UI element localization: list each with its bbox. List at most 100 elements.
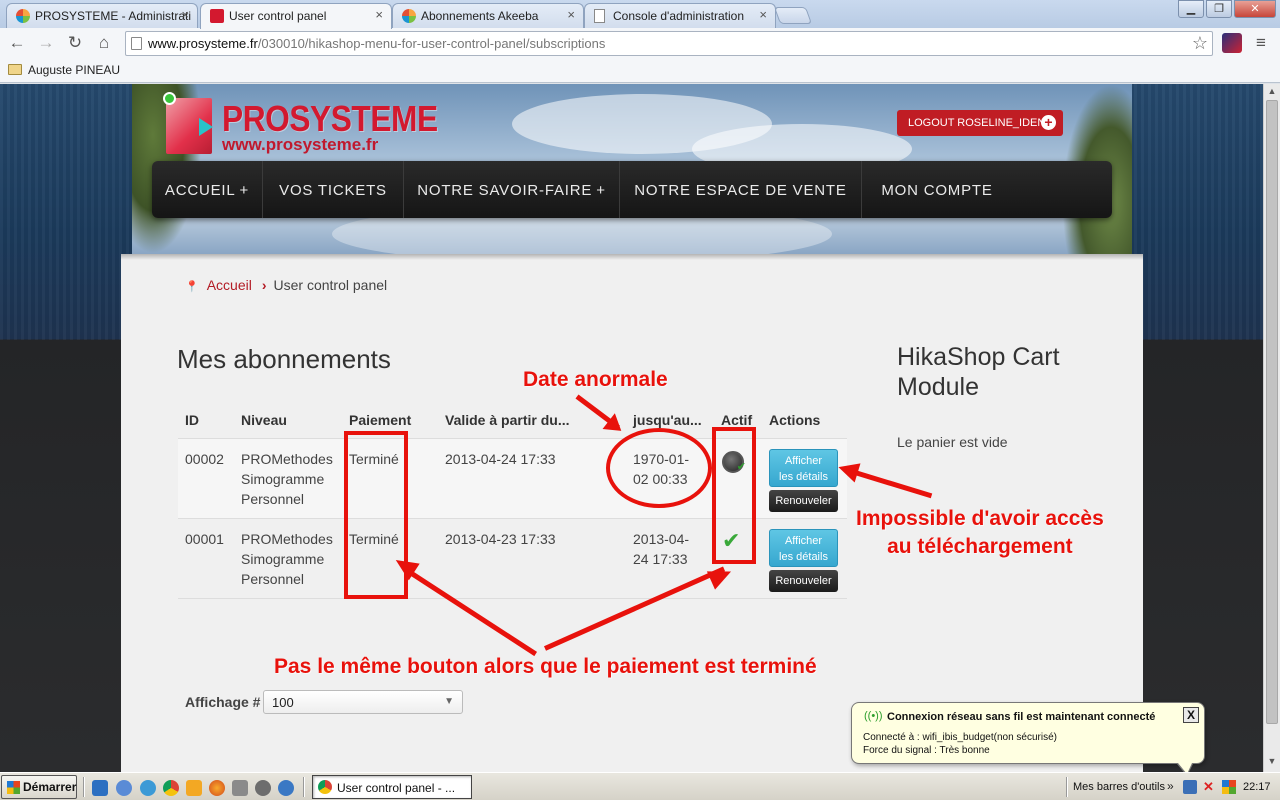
ie-icon[interactable]: [116, 780, 132, 796]
logo-url[interactable]: www.prosysteme.fr: [222, 135, 378, 155]
close-window-icon[interactable]: ✕: [1234, 0, 1276, 18]
column-header[interactable]: Niveau: [234, 402, 342, 439]
display-count-label: Affichage #: [185, 694, 261, 710]
breadcrumb-home[interactable]: Accueil: [207, 277, 252, 293]
toolbars-label[interactable]: Mes barres d'outils: [1073, 781, 1165, 793]
safari-icon[interactable]: [140, 780, 156, 796]
content-shadow: [121, 254, 1143, 260]
view-details-button[interactable]: Afficher les détails: [769, 528, 838, 567]
cell-valid-from: 2013-04-24 17:33: [422, 438, 626, 519]
menu-icon[interactable]: ≡: [1251, 33, 1271, 53]
logo-text[interactable]: PROSYSTEME: [222, 98, 438, 140]
nav-item-vos-tickets[interactable]: VOS TICKETS: [263, 161, 404, 218]
nav-item-accueil[interactable]: ACCUEIL +: [152, 161, 263, 218]
star-icon[interactable]: ☆: [1192, 33, 1208, 54]
taskbar: Démarrer User control panel - ... Mes ba…: [0, 772, 1280, 800]
nav-item-espace-vente[interactable]: NOTRE ESPACE DE VENTE: [620, 161, 862, 218]
start-button[interactable]: Démarrer: [1, 775, 77, 799]
folder-icon: [8, 64, 22, 75]
new-tab-button[interactable]: [773, 7, 813, 24]
app-icon[interactable]: [232, 780, 248, 796]
plus-icon: +: [1041, 115, 1056, 130]
nav-label: MON COMPTE: [881, 182, 993, 199]
play-icon: [199, 118, 213, 136]
renew-button[interactable]: Renouveler: [769, 489, 838, 512]
firefox-icon[interactable]: [209, 780, 225, 796]
outlook-icon[interactable]: [186, 780, 202, 796]
back-icon[interactable]: ←: [6, 32, 28, 54]
plus-icon: +: [239, 182, 250, 199]
home-icon[interactable]: ⌂: [93, 32, 115, 54]
tab-user-control-panel[interactable]: User control panel ×: [200, 3, 392, 29]
close-tab-icon[interactable]: ×: [181, 7, 189, 22]
annotation-box-actif: [712, 427, 756, 564]
scroll-thumb[interactable]: [1266, 100, 1278, 724]
minimize-icon[interactable]: ▁: [1178, 0, 1204, 18]
nav-label: VOS TICKETS: [279, 182, 387, 199]
tab-abonnements-akeeba[interactable]: Abonnements Akeeba ×: [392, 3, 584, 28]
button-label: les détails: [779, 550, 828, 563]
tab-label: Abonnements Akeeba: [421, 9, 539, 23]
logout-label: LOGOUT ROSELINE_IDENT: [908, 117, 1053, 129]
nav-item-savoir-faire[interactable]: NOTRE SAVOIR-FAIRE +: [404, 161, 620, 218]
page-icon: [131, 37, 142, 50]
display-count-select[interactable]: 100 ▼: [263, 690, 463, 714]
url-path: /030010/hikashop-menu-for-user-control-p…: [257, 36, 606, 51]
divider: [303, 777, 305, 797]
view-details-button[interactable]: Afficher les détails: [769, 448, 838, 487]
nav-label: ACCUEIL: [164, 182, 236, 199]
address-bar[interactable]: www.prosysteme.fr/030010/hikashop-menu-f…: [125, 31, 1213, 56]
toolbars-chevron[interactable]: »: [1167, 779, 1174, 793]
forward-icon[interactable]: →: [35, 32, 57, 54]
start-label: Démarrer: [23, 780, 77, 794]
annotation-line: au téléchargement: [887, 535, 1073, 558]
cell-id: 00001: [178, 518, 234, 599]
vertical-scrollbar[interactable]: ▲ ▼: [1263, 84, 1280, 772]
page-title: Mes abonnements: [177, 344, 391, 374]
tab-console-administration[interactable]: Console d'administration ×: [584, 3, 776, 28]
column-header[interactable]: ID: [178, 402, 234, 439]
quicklaunch-icon[interactable]: [92, 780, 108, 796]
joomla-icon: [402, 9, 416, 23]
chevron-right-icon: ›: [261, 277, 267, 293]
button-label: Afficher: [784, 534, 823, 547]
close-tab-icon[interactable]: ×: [375, 7, 383, 22]
close-tab-icon[interactable]: ×: [759, 7, 767, 22]
settings-icon[interactable]: [255, 780, 271, 796]
cell-actions: Afficher les détails Renouveler: [762, 438, 847, 519]
tab-prosysteme-admin[interactable]: PROSYSTEME - Administrati ×: [6, 3, 198, 28]
cell-niveau: PROMethodes Simogramme Personnel: [234, 518, 342, 599]
bookmark-folder[interactable]: Auguste PINEAU: [28, 63, 120, 77]
network-icon[interactable]: [1183, 780, 1197, 794]
extension-icon[interactable]: [1222, 33, 1242, 53]
scroll-up-icon[interactable]: ▲: [1266, 86, 1278, 100]
divider: [83, 777, 85, 797]
cell-actions: Afficher les détails Renouveler: [762, 518, 847, 599]
logout-button[interactable]: LOGOUT ROSELINE_IDENT +: [897, 110, 1063, 136]
main-nav: ACCUEIL + VOS TICKETS NOTRE SAVOIR-FAIRE +…: [152, 161, 1112, 218]
annotation-line: Impossible d'avoir accès: [856, 507, 1104, 530]
url-domain: www.prosysteme.fr: [148, 36, 258, 51]
close-icon[interactable]: X: [1183, 707, 1199, 723]
clock[interactable]: 22:17: [1243, 781, 1271, 793]
date-line: 24 17:33: [633, 550, 688, 567]
chrome-icon[interactable]: [163, 780, 179, 796]
nav-label: NOTRE SAVOIR-FAIRE: [417, 182, 593, 199]
tab-label: User control panel: [229, 9, 327, 23]
media-icon[interactable]: [278, 780, 294, 796]
reload-icon[interactable]: ↻: [64, 32, 86, 54]
restore-icon[interactable]: ❐: [1206, 0, 1232, 18]
scroll-down-icon[interactable]: ▼: [1266, 756, 1278, 770]
renew-button[interactable]: Renouveler: [769, 569, 838, 592]
taskbar-window-label: User control panel - ...: [337, 781, 456, 795]
windows-update-icon[interactable]: [1222, 780, 1236, 794]
title-line: HikaShop Cart: [897, 343, 1060, 371]
nav-item-mon-compte[interactable]: MON COMPTE: [862, 161, 1012, 218]
volume-muted-icon[interactable]: ✕: [1203, 780, 1217, 794]
niveau-line: Personnel: [241, 490, 305, 507]
close-tab-icon[interactable]: ×: [567, 7, 575, 22]
button-label: Afficher: [784, 454, 823, 467]
network-notification[interactable]: ((•)) Connexion réseau sans fil est main…: [851, 702, 1205, 776]
taskbar-window-button[interactable]: User control panel - ...: [312, 775, 472, 799]
cell-niveau: PROMethodes Simogramme Personnel: [234, 438, 342, 519]
